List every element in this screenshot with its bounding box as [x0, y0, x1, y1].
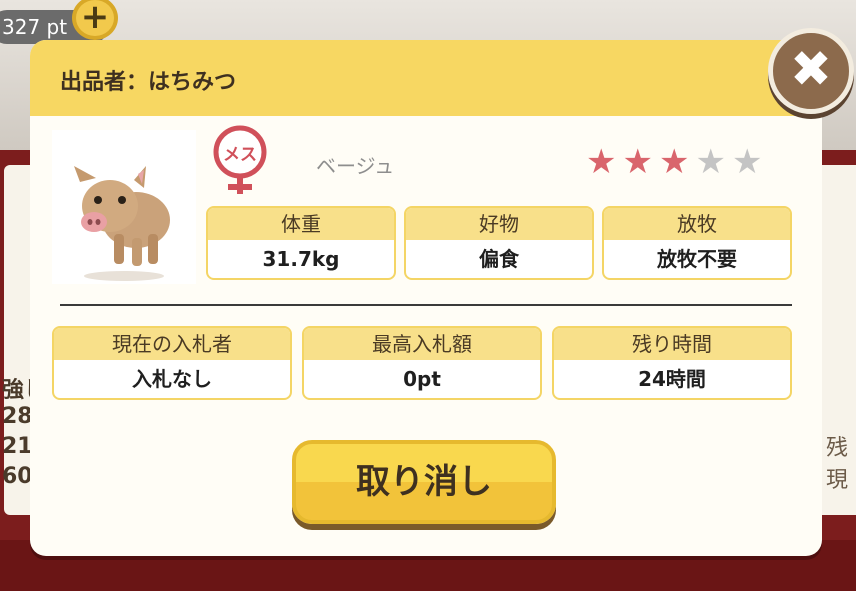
- stat-value: 31.7kg: [262, 247, 340, 271]
- background-text-fragment: 残: [826, 436, 849, 461]
- background-text-fragment: 60: [2, 464, 33, 489]
- cancel-listing-button[interactable]: 取り消し: [292, 440, 556, 524]
- bid-label: 最高入札額: [304, 328, 540, 360]
- stat-label: 放牧: [604, 208, 790, 240]
- auction-detail-dialog: 出品者：はちみつ メス ベージュ ★ ★ ★ ★ ★ 体重 31.7kg 好物 …: [30, 40, 822, 556]
- close-button[interactable]: ✖: [768, 28, 854, 114]
- background-text-fragment: 21: [2, 434, 33, 459]
- background-text-fragment: 現: [826, 468, 849, 493]
- star-icon: ★: [731, 142, 763, 182]
- stat-favorite-food: 好物 偏食: [404, 206, 594, 280]
- bid-time-remaining: 残り時間 24時間: [552, 326, 792, 400]
- bid-current-bidder: 現在の入札者 入札なし: [52, 326, 292, 400]
- star-icon: ★: [622, 142, 653, 182]
- pig-image: [52, 130, 196, 284]
- bid-highest-amount: 最高入札額 0pt: [302, 326, 542, 400]
- female-icon: メス: [208, 124, 272, 196]
- star-icon: ★: [695, 142, 726, 182]
- stat-label: 体重: [208, 208, 394, 240]
- star-icon: ★: [658, 142, 690, 182]
- pig-name: ベージュ: [316, 154, 395, 178]
- bid-value: 0pt: [403, 367, 441, 391]
- stat-value: 放牧不要: [657, 247, 737, 271]
- rating-stars: ★ ★ ★ ★ ★: [586, 144, 776, 180]
- bid-label: 残り時間: [554, 328, 790, 360]
- stat-value: 偏食: [479, 247, 519, 271]
- star-icon: ★: [586, 142, 617, 182]
- seller-title: 出品者：はちみつ: [60, 70, 237, 95]
- stat-grazing: 放牧 放牧不要: [602, 206, 792, 280]
- plus-icon: +: [80, 0, 110, 37]
- stat-weight: 体重 31.7kg: [206, 206, 396, 280]
- bid-label: 現在の入札者: [54, 328, 290, 360]
- bid-value: 24時間: [638, 367, 706, 391]
- bid-value: 入札なし: [132, 367, 212, 391]
- pig-illustration: [74, 166, 170, 281]
- divider: [60, 304, 792, 306]
- close-icon: ✖: [790, 40, 832, 98]
- background-text-fragment: 28: [2, 404, 33, 429]
- gender-label: メス: [223, 145, 257, 165]
- stat-label: 好物: [406, 208, 592, 240]
